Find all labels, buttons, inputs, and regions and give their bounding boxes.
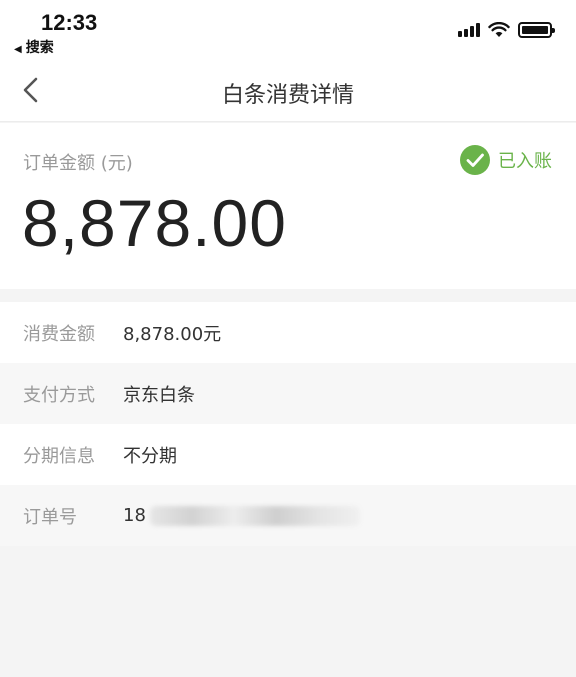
details-list: 消费金额 8,878.00元 支付方式 京东白条 分期信息 不分期 订单号 18 [0,302,576,546]
detail-row-amount: 消费金额 8,878.00元 [0,302,576,363]
status-badge: 已入账 [460,145,552,175]
detail-key: 支付方式 [23,384,95,406]
status-bar: 12:33 ◀ 搜索 [0,0,576,60]
back-to-app-link[interactable]: ◀ 搜索 [14,37,54,57]
nav-bar: 白条消费详情 [0,60,576,122]
status-text: 已入账 [498,151,552,172]
cellular-signal-icon [458,23,480,37]
detail-value: 8,878.00元 [123,323,222,345]
detail-value: 不分期 [123,445,177,467]
order-number-prefix: 18 [123,505,146,526]
wifi-icon [488,22,510,37]
check-circle-icon [460,145,490,175]
detail-value: 京东白条 [123,384,195,406]
amount-card: 订单金额 (元) 已入账 8,878.00 [0,123,576,289]
battery-icon [518,22,555,38]
status-icons [458,22,555,38]
detail-row-order-number: 订单号 18 [0,485,576,546]
detail-key: 消费金额 [23,323,95,345]
page-title: 白条消费详情 [221,83,354,108]
detail-key: 分期信息 [23,445,95,467]
amount-value: 8,878.00 [22,186,287,260]
back-to-app-label: 搜索 [25,40,54,56]
amount-label: 订单金额 (元) [23,153,133,174]
redacted-blur [149,506,360,526]
order-number-value: 18 [123,505,360,526]
detail-row-payment: 支付方式 京东白条 [0,363,576,424]
empty-area [0,546,576,677]
status-time: 12:33 [41,10,98,35]
detail-key: 订单号 [23,506,77,528]
detail-row-installment: 分期信息 不分期 [0,424,576,485]
back-triangle-icon: ◀ [14,44,22,55]
